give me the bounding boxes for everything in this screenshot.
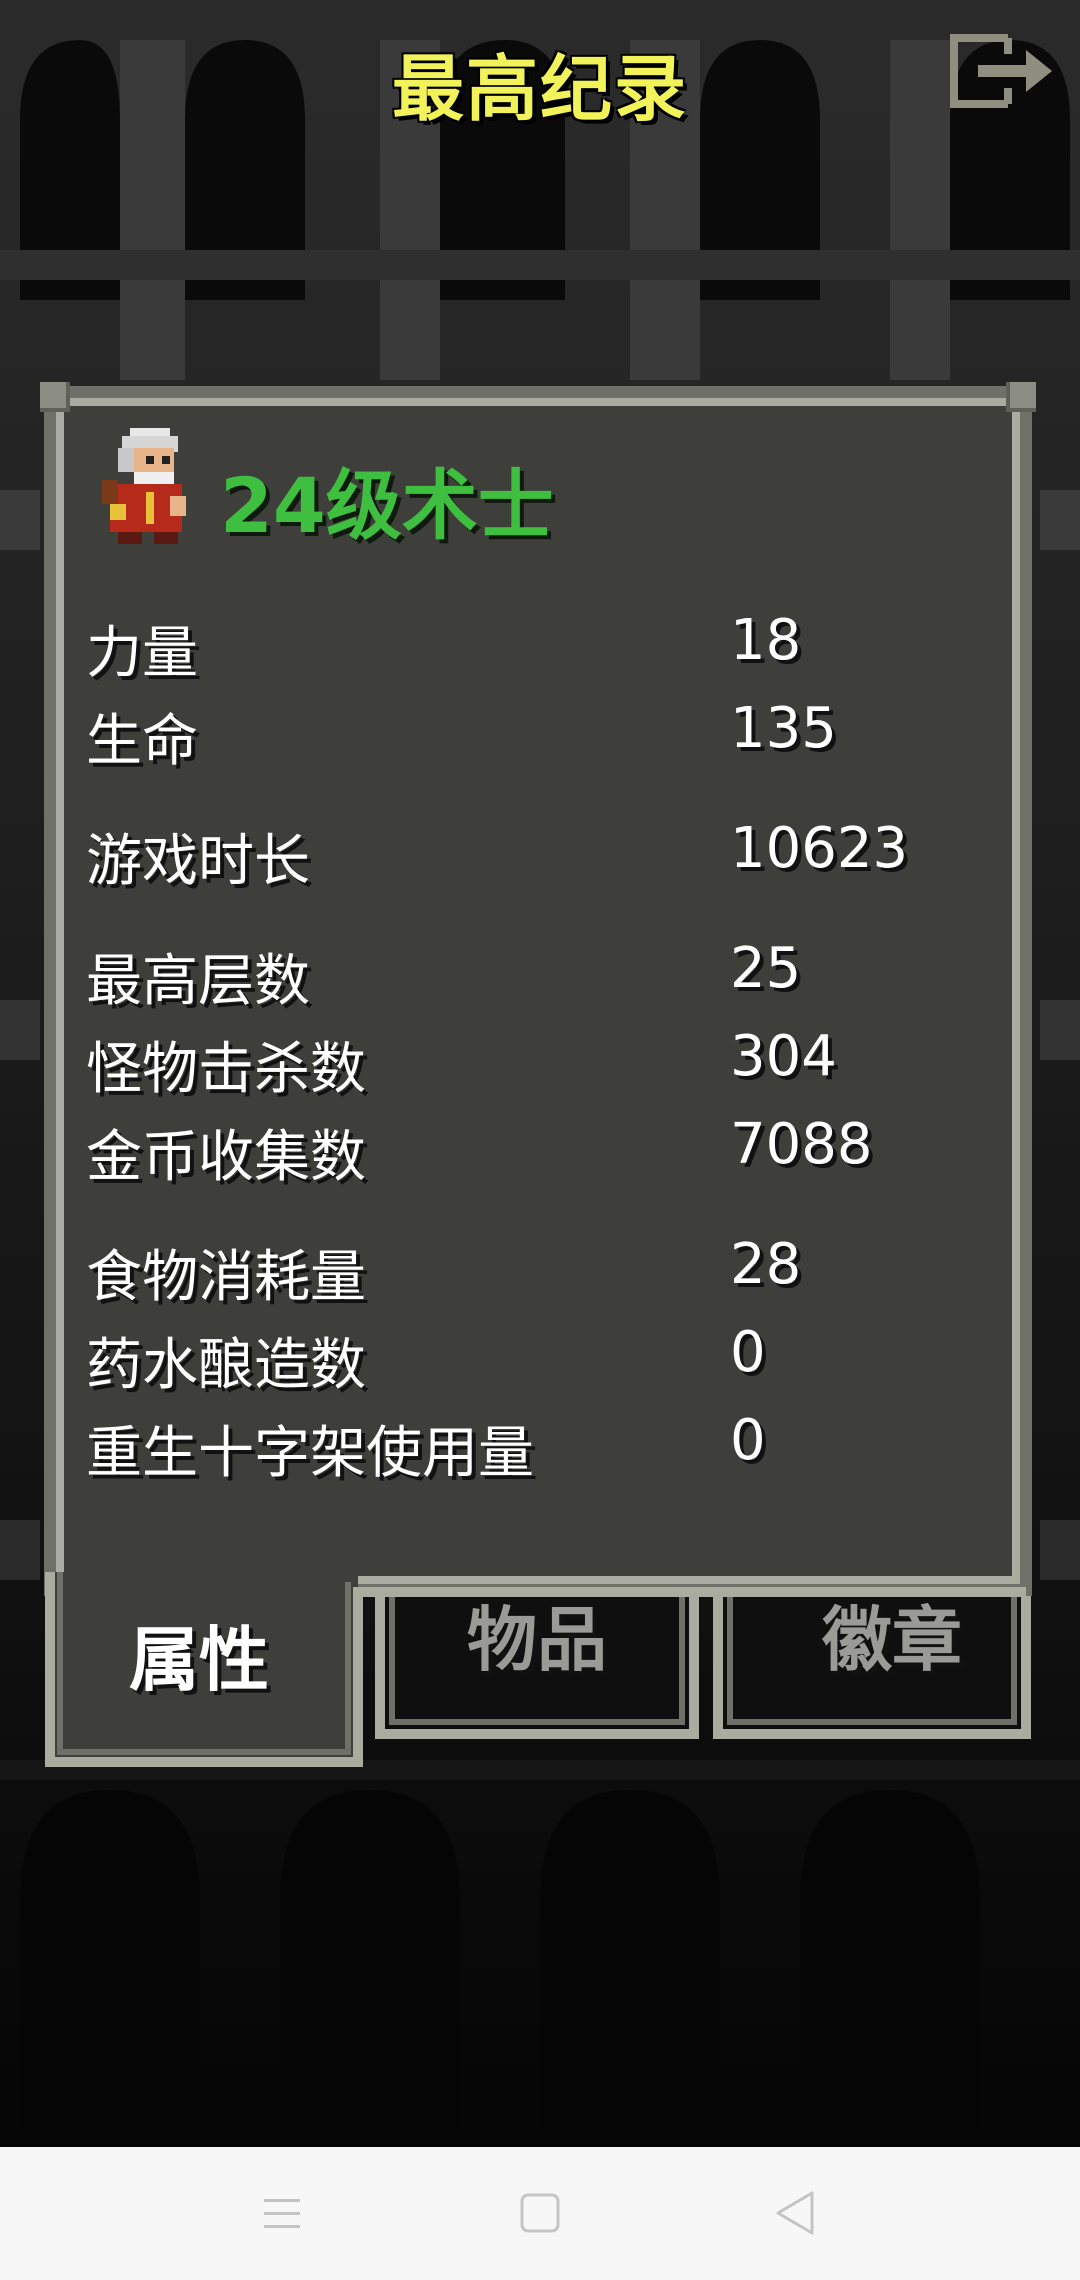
back-triangle-icon (776, 2191, 814, 2235)
tab-items[interactable]: 物品 (380, 1580, 694, 1740)
tab-label: 属性 (129, 1619, 269, 1701)
home-square-icon (520, 2193, 560, 2233)
system-nav-bar (0, 2147, 1080, 2280)
exit-icon (950, 34, 1052, 108)
menu-lines-icon (264, 2199, 300, 2228)
tab-bar: 属性 物品 徽章 (40, 382, 1036, 1822)
game-screen: 最高纪录 24级术士 力量 18 生命 135 游戏时长 10623 最高层数 … (0, 0, 1080, 2280)
home-button[interactable] (500, 2177, 580, 2251)
exit-button[interactable] (948, 32, 1058, 112)
tab-badges[interactable]: 徽章 (708, 1580, 1076, 1740)
menu-button[interactable] (242, 2177, 322, 2251)
tab-label: 物品 (467, 1599, 607, 1681)
tab-label: 徽章 (822, 1599, 962, 1681)
page-title: 最高纪录 (391, 47, 688, 131)
tab-attributes[interactable]: 属性 (40, 1580, 358, 1780)
back-button[interactable] (756, 2177, 836, 2251)
